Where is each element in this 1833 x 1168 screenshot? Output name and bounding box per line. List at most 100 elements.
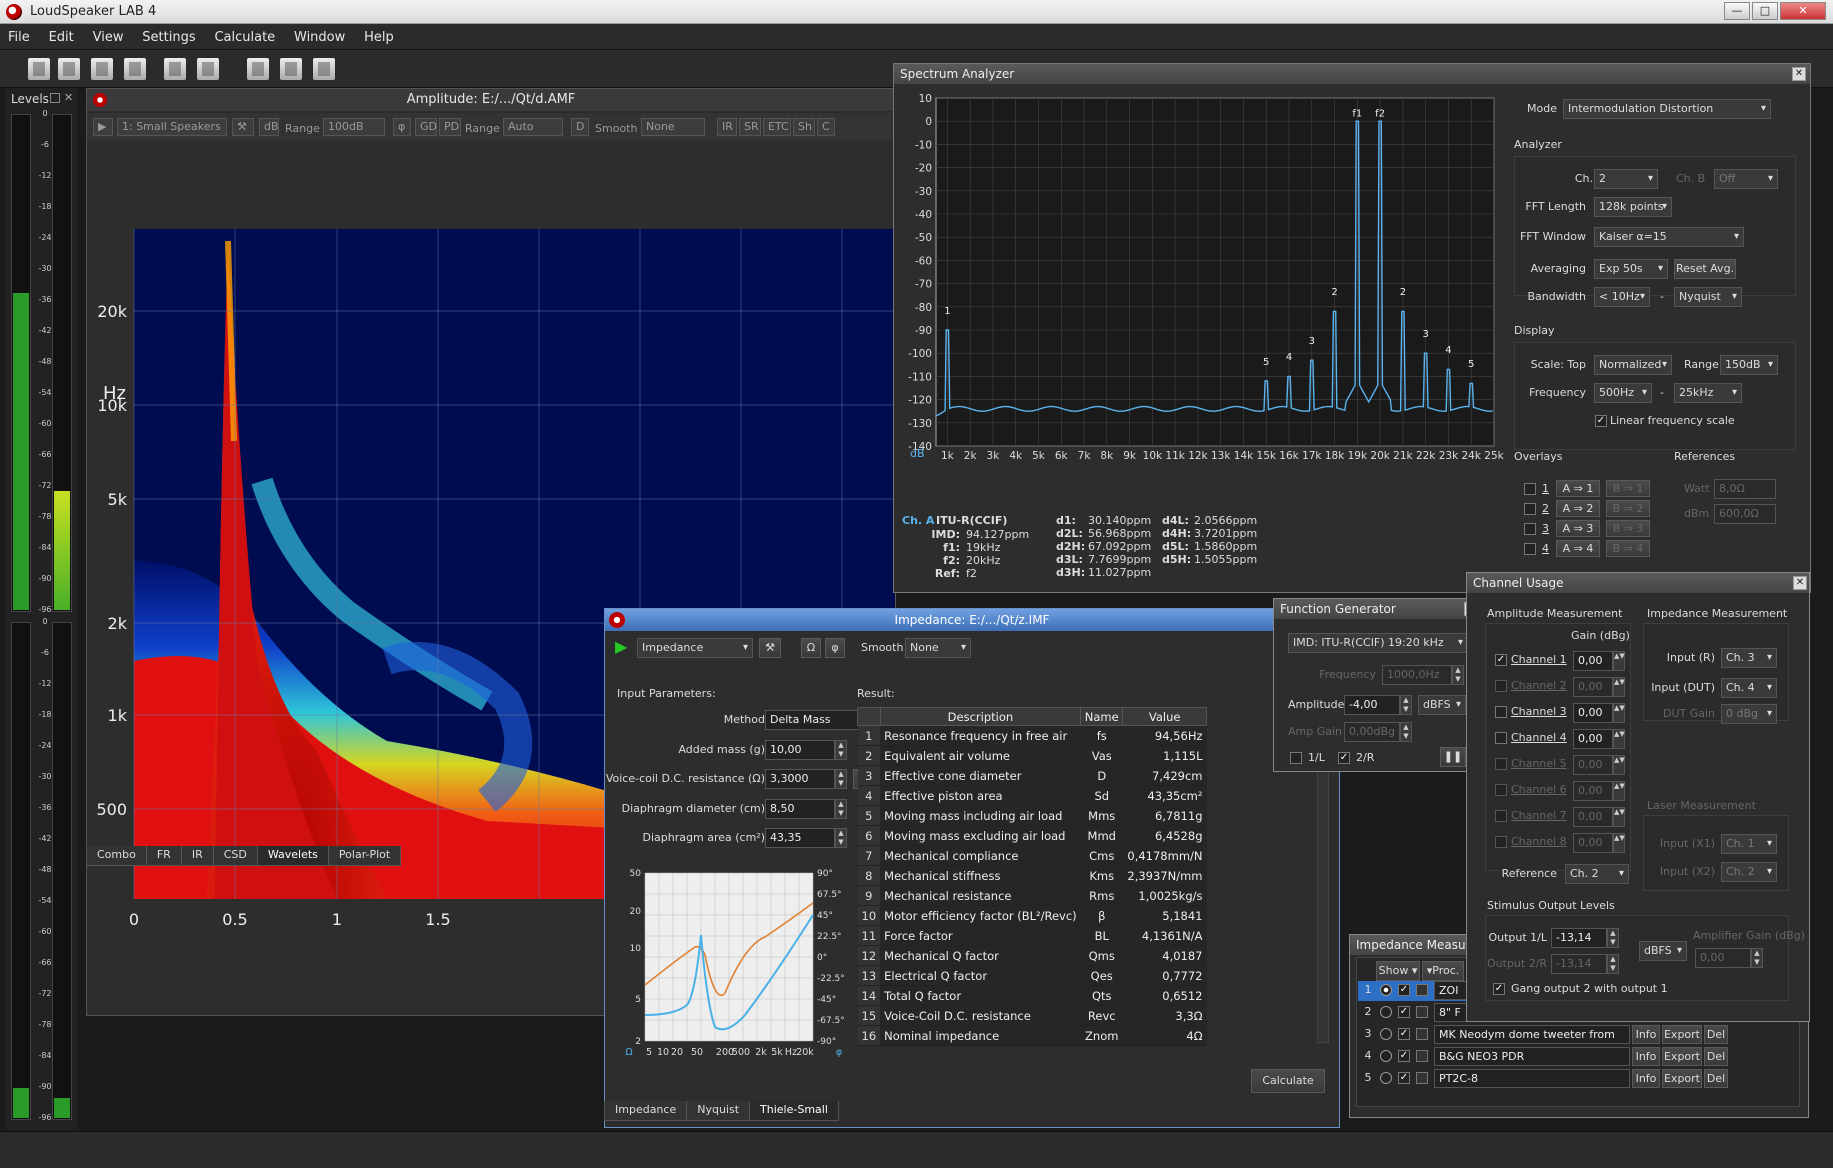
float-icon[interactable] xyxy=(50,93,60,103)
chb-combo[interactable]: Off xyxy=(1714,169,1778,189)
freq-from-combo[interactable]: 500Hz xyxy=(1594,383,1652,403)
overlay-number[interactable]: 4 xyxy=(1542,542,1549,555)
frequency-spinner[interactable]: ▲ ▼ xyxy=(1452,665,1464,685)
channel-gain-spinner[interactable]: ▲▼ xyxy=(1613,651,1625,671)
overlay-number[interactable]: 3 xyxy=(1542,522,1549,535)
d-toggle[interactable]: D xyxy=(571,118,589,136)
overlay-a-button[interactable]: A ⇒ 3 xyxy=(1556,520,1600,537)
input-r-combo[interactable]: Ch. 3 xyxy=(1721,648,1777,668)
channel-gain-field[interactable]: 0,00 xyxy=(1573,807,1613,827)
color-swatch[interactable] xyxy=(1416,984,1428,996)
channel-gain-spinner[interactable]: ▲▼ xyxy=(1613,755,1625,775)
channel-checkbox[interactable] xyxy=(1495,836,1507,848)
overlay-checkbox[interactable] xyxy=(1524,503,1536,515)
proc-header[interactable]: ▾Proc. xyxy=(1422,961,1464,981)
range2-combo[interactable]: Auto xyxy=(503,118,563,136)
reference-combo[interactable]: Ch. 2 xyxy=(1565,864,1629,884)
export-button[interactable]: Export xyxy=(1662,1069,1702,1088)
show-radio[interactable] xyxy=(1380,984,1392,996)
table-row[interactable]: 8 Mechanical stiffness Kms 2,3937N/mm xyxy=(857,865,1207,886)
channel-gain-spinner[interactable]: ▲▼ xyxy=(1613,781,1625,801)
overlay-b-button[interactable]: B ⇒ 3 xyxy=(1606,520,1650,537)
mode-combo[interactable]: Intermodulation Distortion xyxy=(1563,99,1771,119)
paste-icon[interactable] xyxy=(313,58,335,80)
table-row[interactable]: 4 Effective piston area Sd 43,35cm² xyxy=(857,785,1207,806)
show-header[interactable]: Show ▾ xyxy=(1376,961,1420,981)
diaphragm-area-field[interactable]: 43,35 xyxy=(765,828,835,848)
amplifier-gain-spinner[interactable]: ▲ ▼ xyxy=(1751,948,1763,968)
calculate-button[interactable]: Calculate xyxy=(1251,1069,1325,1093)
tab-nyquist[interactable]: Nyquist xyxy=(686,1101,751,1121)
show-radio[interactable] xyxy=(1380,1050,1392,1062)
channel-gain-field[interactable]: 0,00 xyxy=(1573,651,1613,671)
table-row[interactable]: 15 Voice-Coil D.C. resistance Revc 3,3Ω xyxy=(857,1005,1207,1026)
channel-checkbox[interactable] xyxy=(1495,680,1507,692)
overlay-number[interactable]: 2 xyxy=(1542,502,1549,515)
visible-checkbox[interactable]: ✓ xyxy=(1398,1050,1410,1062)
tab-fr[interactable]: FR xyxy=(145,846,182,866)
minimize-button[interactable]: — xyxy=(1724,2,1750,20)
settings-icon[interactable]: ⚒ xyxy=(232,118,254,136)
amp-gain-spinner[interactable]: ▲ ▼ xyxy=(1400,722,1412,742)
sr-toggle[interactable]: SR xyxy=(739,118,761,136)
channel-gain-field[interactable]: 0,00 xyxy=(1573,677,1613,697)
tab-wavelets[interactable]: Wavelets xyxy=(256,846,329,866)
watt-field[interactable]: 8,0Ω xyxy=(1714,479,1776,499)
channel-gain-field[interactable]: 0,00 xyxy=(1573,781,1613,801)
menu-settings[interactable]: Settings xyxy=(134,24,202,45)
channel-gain-field[interactable]: 0,00 xyxy=(1573,833,1613,853)
overlay-a-button[interactable]: A ⇒ 2 xyxy=(1556,500,1600,517)
channel-checkbox[interactable] xyxy=(1495,784,1507,796)
channel-checkbox[interactable] xyxy=(1495,810,1507,822)
cut-icon[interactable] xyxy=(247,58,269,80)
channel-checkbox[interactable]: ✓ xyxy=(1495,654,1507,666)
measurement-name[interactable]: MK Neodym dome tweeter from eBay xyxy=(1434,1025,1630,1059)
overlay-b-button[interactable]: B ⇒ 1 xyxy=(1606,480,1650,497)
color-swatch[interactable] xyxy=(1416,1028,1428,1040)
diaphragm-diameter-spinner[interactable]: ▲ ▼ xyxy=(835,799,847,819)
table-row[interactable]: 16 Nominal impedance Znom 4Ω xyxy=(857,1025,1207,1046)
measurement-name[interactable]: B&G NEO3 PDR xyxy=(1434,1047,1630,1066)
vc-field[interactable]: 3,3000 xyxy=(765,769,835,789)
tab-ir[interactable]: IR xyxy=(180,846,214,866)
table-row[interactable]: 2 Equivalent air volume Vas 1,115L xyxy=(857,745,1207,766)
input-x1-combo[interactable]: Ch. 1 xyxy=(1721,834,1777,854)
bandwidth-combo[interactable]: < 10Hz xyxy=(1594,287,1650,307)
overlay-checkbox[interactable] xyxy=(1524,523,1536,535)
visible-checkbox[interactable]: ✓ xyxy=(1398,1072,1410,1084)
diaphragm-area-spinner[interactable]: ▲ ▼ xyxy=(835,828,847,848)
channel-gain-spinner[interactable]: ▲▼ xyxy=(1613,729,1625,749)
output1-spinner[interactable]: ▲ ▼ xyxy=(1607,928,1619,948)
scale-combo[interactable]: Normalized xyxy=(1594,355,1672,375)
menu-view[interactable]: View xyxy=(85,24,131,45)
table-row[interactable]: 9 Mechanical resistance Rms 1,0025kg/s xyxy=(857,885,1207,906)
channel-gain-spinner[interactable]: ▲▼ xyxy=(1613,807,1625,827)
mode-combo[interactable]: Impedance xyxy=(637,638,753,658)
delete-button[interactable]: Del xyxy=(1704,1069,1728,1088)
signal-combo[interactable]: IMD: ITU-R(CCIF) 19:20 kHz xyxy=(1288,633,1468,653)
range-combo[interactable]: 150dB xyxy=(1720,355,1778,375)
frequency-field[interactable]: 1000,0Hz xyxy=(1382,665,1452,685)
new-icon[interactable] xyxy=(28,58,50,80)
smooth-combo[interactable]: None xyxy=(905,638,971,658)
amplitude-spinner[interactable]: ▲ ▼ xyxy=(1400,695,1412,715)
measurement-name[interactable]: PT2C-8 xyxy=(1434,1069,1630,1088)
phase-toggle[interactable]: φ xyxy=(825,638,845,658)
source-combo[interactable]: 1: Small Speakers xyxy=(117,118,227,136)
table-row[interactable]: 12 Mechanical Q factor Qms 4,0187 xyxy=(857,945,1207,966)
visible-checkbox[interactable]: ✓ xyxy=(1398,984,1410,996)
vc-spinner[interactable]: ▲ ▼ xyxy=(835,769,847,789)
dbm-field[interactable]: 600,0Ω xyxy=(1714,504,1776,524)
open-icon[interactable] xyxy=(58,58,80,80)
play-icon[interactable]: ▶ xyxy=(615,638,633,656)
range-combo[interactable]: 100dB xyxy=(323,118,385,136)
save-icon[interactable] xyxy=(91,58,113,80)
print-icon[interactable] xyxy=(164,58,186,80)
channel-gain-field[interactable]: 0,00 xyxy=(1573,755,1613,775)
table-row[interactable]: 11 Force factor BL 4,1361N/A xyxy=(857,925,1207,946)
cha-combo[interactable]: 2 xyxy=(1594,169,1658,189)
menu-help[interactable]: Help xyxy=(356,24,401,45)
maximize-button[interactable]: □ xyxy=(1752,2,1778,20)
smooth-combo[interactable]: None xyxy=(641,118,705,136)
amp-gain-field[interactable]: 0,00dBg xyxy=(1344,722,1400,742)
